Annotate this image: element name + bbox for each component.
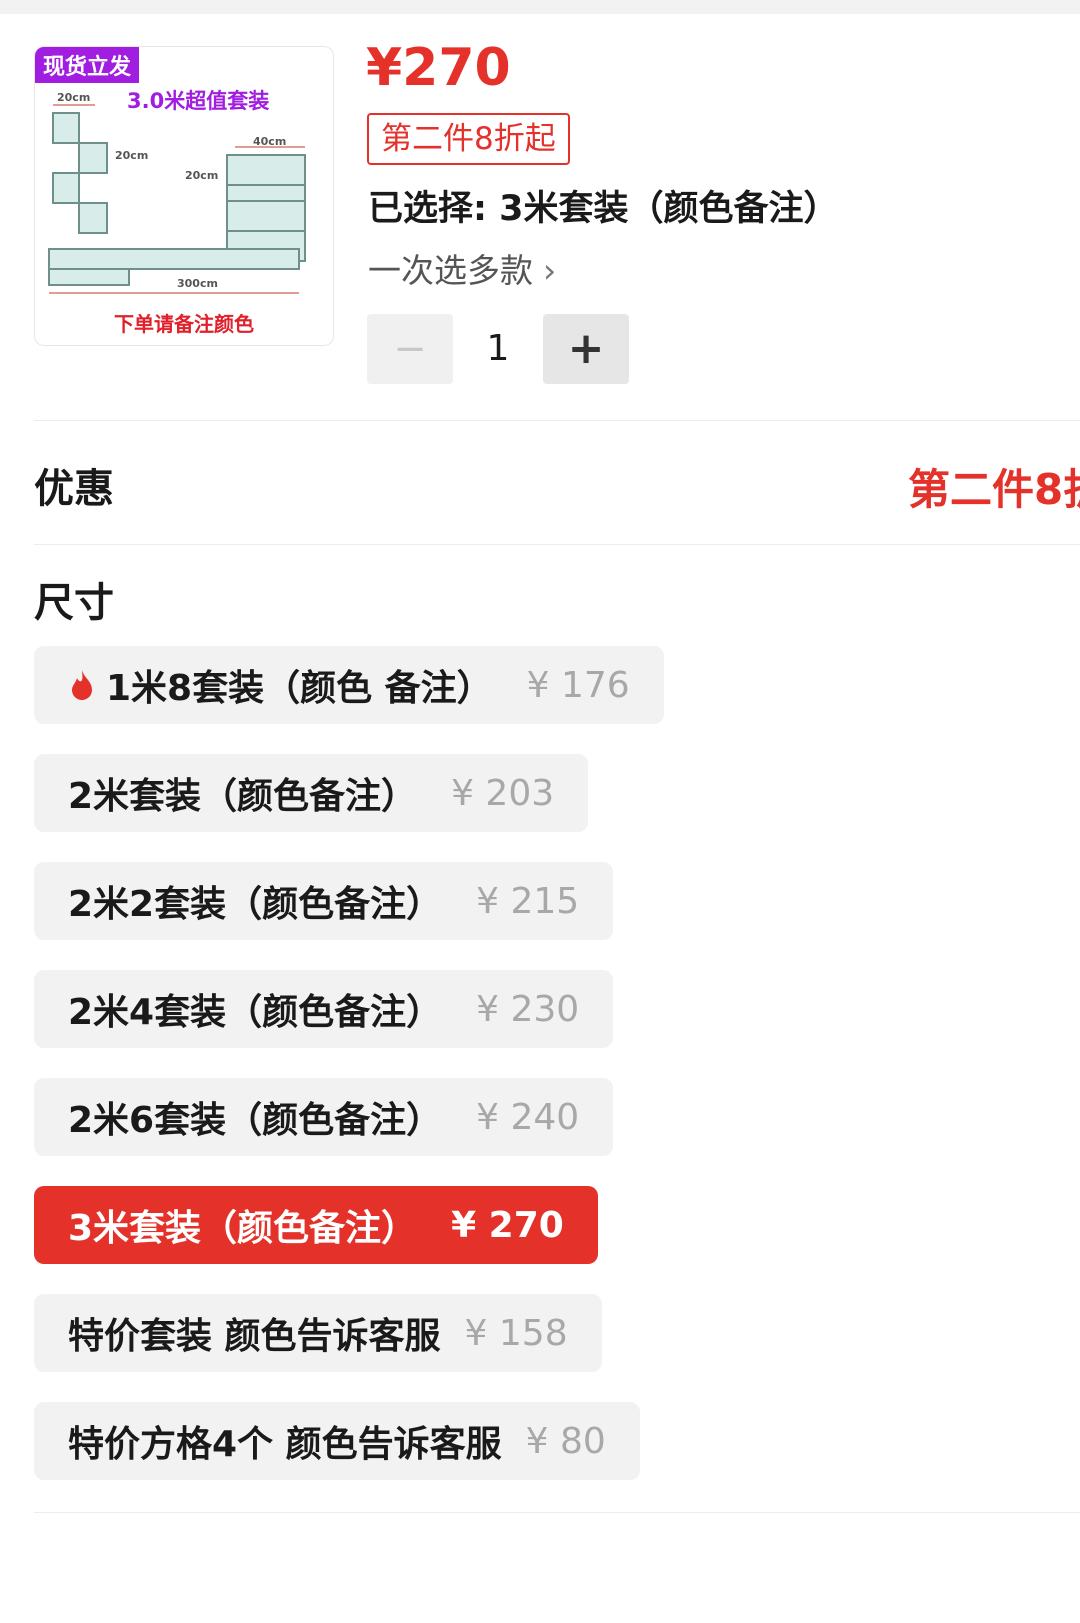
image-dim-label: 20cm <box>57 91 91 104</box>
divider <box>34 544 1080 545</box>
selected-variant-text: 已选择: 3米套装（颜色备注） <box>368 189 839 229</box>
image-dim-label: 20cm <box>115 149 149 162</box>
product-image[interactable]: 现货立发 3.0米超值套装 20cm 20cm 40cm 20cm 300cm … <box>34 46 334 346</box>
quantity-decrease-button[interactable]: − <box>367 314 453 384</box>
size-option[interactable]: 2米6套装（颜色备注） ¥ 240 <box>34 1078 614 1156</box>
chevron-right-icon: › <box>543 251 557 290</box>
size-option-price: ¥ 240 <box>476 1096 580 1138</box>
size-option-label: 2米4套装（颜色备注） <box>68 992 443 1033</box>
product-price: ¥270 <box>366 38 511 98</box>
fire-icon <box>72 670 92 700</box>
divider <box>34 1512 1080 1513</box>
size-option-selected[interactable]: 3米套装（颜色备注） ¥ 270 <box>34 1186 598 1264</box>
size-option-price: ¥ 230 <box>476 988 580 1030</box>
size-option[interactable]: 特价方格4个 颜色告诉客服 ¥ 80 <box>34 1402 640 1480</box>
size-option[interactable]: 特价套装 颜色告诉客服 ¥ 158 <box>34 1294 602 1372</box>
top-strip <box>0 0 1080 14</box>
size-option-price: ¥ 176 <box>526 664 630 706</box>
size-option-label: 2米2套装（颜色备注） <box>68 884 443 925</box>
size-option-price: ¥ 80 <box>525 1420 606 1462</box>
size-option-price: ¥ 203 <box>451 772 555 814</box>
size-option-label: 2米套装（颜色备注） <box>68 776 418 817</box>
size-option[interactable]: 2米套装（颜色备注） ¥ 203 <box>34 754 589 832</box>
size-option-label: 2米6套装（颜色备注） <box>68 1100 443 1141</box>
size-option[interactable]: 1米8套装（颜色 备注） ¥ 176 <box>34 646 664 724</box>
promo-tag: 第二件8折起 <box>367 113 570 165</box>
size-option[interactable]: 2米2套装（颜色备注） ¥ 215 <box>34 862 614 940</box>
size-option-label: 3米套装（颜色备注） <box>68 1208 418 1249</box>
image-dim-label: 40cm <box>253 135 287 148</box>
size-option[interactable]: 2米4套装（颜色备注） ¥ 230 <box>34 970 614 1048</box>
size-option-label: 特价套装 颜色告诉客服 <box>68 1316 441 1357</box>
size-option-price: ¥ 158 <box>464 1312 568 1354</box>
divider <box>34 420 1080 421</box>
size-option-price: ¥ 215 <box>476 880 580 922</box>
multi-select-label: 一次选多款 <box>368 251 533 290</box>
image-dim-label: 20cm <box>185 169 219 182</box>
image-footer: 下单请备注颜色 <box>114 312 254 336</box>
size-option-price: ¥ 270 <box>451 1204 564 1246</box>
multi-select-link[interactable]: 一次选多款 › <box>368 244 556 292</box>
image-dim-label: 300cm <box>177 277 218 290</box>
quantity-value[interactable]: 1 <box>453 314 543 384</box>
discount-label: 优惠 <box>34 466 114 512</box>
size-label: 尺寸 <box>34 580 114 626</box>
size-option-label: 1米8套装（颜色 备注） <box>106 668 493 709</box>
quantity-increase-button[interactable]: + <box>543 314 629 384</box>
discount-value[interactable]: 第二件8折 <box>908 456 1080 517</box>
size-option-label: 特价方格4个 颜色告诉客服 <box>68 1424 502 1465</box>
